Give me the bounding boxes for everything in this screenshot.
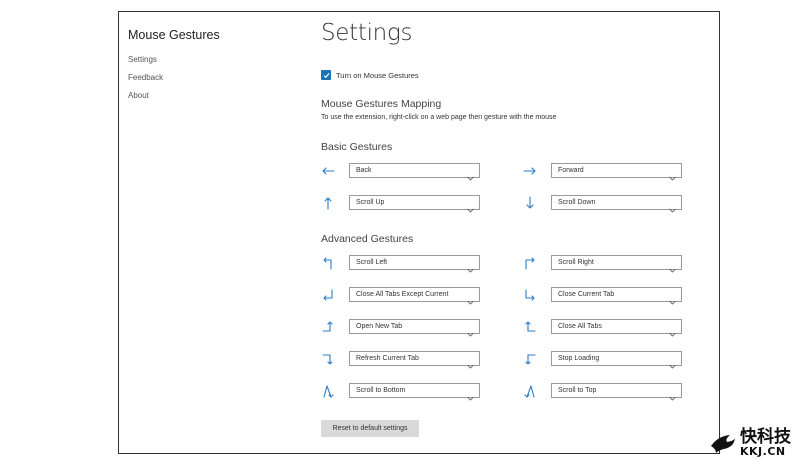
gesture-toggle-row: Turn on Mouse Gestures bbox=[321, 70, 419, 80]
sidebar-item-feedback[interactable]: Feedback bbox=[128, 73, 163, 82]
chevron-down-icon bbox=[467, 356, 474, 374]
arrow-up-icon bbox=[321, 196, 335, 210]
gesture-action-value: Scroll Up bbox=[356, 199, 385, 206]
page-title: Settings bbox=[321, 20, 413, 46]
down-right-icon bbox=[523, 288, 537, 302]
chevron-down-icon bbox=[669, 292, 676, 310]
mapping-heading: Mouse Gestures Mapping bbox=[321, 98, 442, 110]
mapping-description: To use the extension, right-click on a w… bbox=[321, 114, 557, 121]
left-down-icon bbox=[523, 352, 537, 366]
main-content: Settings Turn on Mouse Gestures Mouse Ge… bbox=[321, 12, 711, 453]
chevron-down-icon bbox=[669, 388, 676, 406]
gesture-action-value: Scroll to Top bbox=[558, 387, 597, 394]
right-up-icon bbox=[321, 320, 335, 334]
chevron-down-icon bbox=[669, 356, 676, 374]
up-down-left-icon bbox=[321, 384, 335, 398]
watermark-en: KKJ.CN bbox=[740, 445, 786, 458]
chevron-down-icon bbox=[467, 292, 474, 310]
watermark-cn: 快科技 bbox=[740, 427, 791, 447]
left-up-icon bbox=[523, 320, 537, 334]
down-left-icon bbox=[321, 288, 335, 302]
gesture-action-select[interactable]: Scroll Down bbox=[551, 195, 682, 213]
chevron-down-icon bbox=[669, 260, 676, 278]
up-right-icon bbox=[523, 256, 537, 270]
reset-defaults-button[interactable]: Reset to default settings bbox=[321, 420, 419, 437]
gesture-action-value: Refresh Current Tab bbox=[356, 355, 419, 362]
gesture-action-value: Stop Loading bbox=[558, 355, 600, 362]
chevron-down-icon bbox=[669, 200, 676, 218]
chevron-down-icon bbox=[467, 260, 474, 278]
gesture-action-value: Close All Tabs Except Current bbox=[356, 291, 449, 298]
gesture-action-select[interactable]: Scroll Right bbox=[551, 255, 682, 273]
gesture-action-value: Open New Tab bbox=[356, 323, 403, 330]
gesture-action-select[interactable]: Scroll Left bbox=[349, 255, 480, 273]
up-down-right-icon bbox=[523, 384, 537, 398]
gesture-toggle-checkbox[interactable] bbox=[321, 70, 331, 80]
gesture-action-value: Close Current Tab bbox=[558, 291, 615, 298]
gesture-action-select[interactable]: Stop Loading bbox=[551, 351, 682, 369]
gesture-action-select[interactable]: Forward bbox=[551, 163, 682, 181]
gesture-action-select[interactable]: Scroll to Bottom bbox=[349, 383, 480, 401]
gesture-action-select[interactable]: Back bbox=[349, 163, 480, 181]
gesture-action-value: Close All Tabs bbox=[558, 323, 602, 330]
gesture-action-value: Scroll Left bbox=[356, 259, 388, 266]
chevron-down-icon bbox=[669, 168, 676, 186]
chevron-down-icon bbox=[467, 388, 474, 406]
settings-window: Mouse Gestures Settings Feedback About S… bbox=[118, 11, 720, 454]
sidebar-item-about[interactable]: About bbox=[128, 91, 149, 100]
gesture-action-value: Scroll Down bbox=[558, 199, 596, 206]
gesture-action-value: Scroll Right bbox=[558, 259, 594, 266]
gesture-action-value: Back bbox=[356, 167, 372, 174]
gesture-action-select[interactable]: Refresh Current Tab bbox=[349, 351, 480, 369]
basic-gestures-heading: Basic Gestures bbox=[321, 141, 393, 153]
sidebar-item-settings[interactable]: Settings bbox=[128, 55, 157, 64]
watermark: 快科技 KKJ.CN bbox=[710, 429, 791, 457]
chevron-down-icon bbox=[467, 168, 474, 186]
gesture-action-select[interactable]: Scroll Up bbox=[349, 195, 480, 213]
chevron-down-icon bbox=[467, 200, 474, 218]
gesture-action-select[interactable]: Close Current Tab bbox=[551, 287, 682, 305]
up-left-icon bbox=[321, 256, 335, 270]
gesture-toggle-label: Turn on Mouse Gestures bbox=[336, 70, 419, 80]
app-title: Mouse Gestures bbox=[128, 28, 220, 42]
arrow-right-icon bbox=[523, 164, 537, 178]
arrow-left-icon bbox=[321, 164, 335, 178]
gesture-action-select[interactable]: Open New Tab bbox=[349, 319, 480, 337]
right-down-icon bbox=[321, 352, 335, 366]
chevron-down-icon bbox=[467, 324, 474, 342]
gesture-action-select[interactable]: Close All Tabs bbox=[551, 319, 682, 337]
arrow-down-icon bbox=[523, 196, 537, 210]
gesture-action-select[interactable]: Close All Tabs Except Current bbox=[349, 287, 480, 305]
gesture-action-value: Scroll to Bottom bbox=[356, 387, 406, 394]
gesture-action-value: Forward bbox=[558, 167, 584, 174]
advanced-gestures-heading: Advanced Gestures bbox=[321, 233, 414, 245]
gesture-action-select[interactable]: Scroll to Top bbox=[551, 383, 682, 401]
bird-logo-icon bbox=[711, 435, 735, 453]
chevron-down-icon bbox=[669, 324, 676, 342]
